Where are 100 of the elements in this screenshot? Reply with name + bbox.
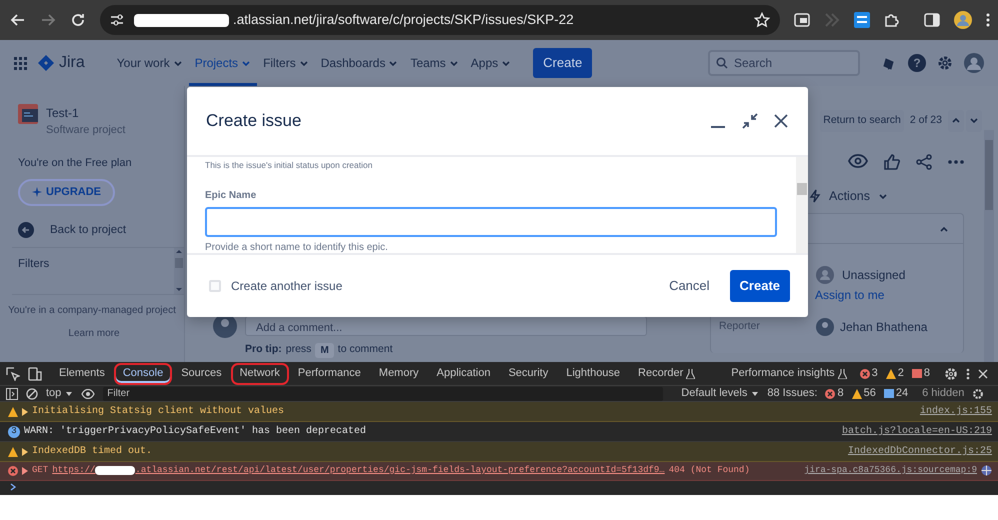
source-link[interactable]: index.js:155 <box>920 404 992 419</box>
share-icon[interactable] <box>916 154 932 170</box>
app-grid-icon[interactable] <box>14 56 27 70</box>
checkbox-label[interactable]: Create another issue <box>231 277 342 295</box>
close-icon[interactable] <box>774 114 788 128</box>
person-icon <box>816 266 834 284</box>
search-field[interactable]: Search <box>708 50 860 76</box>
source-link[interactable]: IndexedDbConnector.js:25 <box>848 444 992 459</box>
eye-icon[interactable] <box>848 154 868 168</box>
expand-caret-icon[interactable] <box>22 466 28 475</box>
epic-name-field[interactable] <box>205 206 777 237</box>
issue-position: 2 of 23 <box>908 113 943 128</box>
tip-text: to comment <box>338 342 393 358</box>
source-link[interactable]: batch.js?locale=en-US:219 <box>842 424 992 439</box>
forward-icon[interactable] <box>40 12 56 28</box>
devtools-tab[interactable]: Memory <box>370 362 428 384</box>
devtools-tab[interactable]: Performance insights <box>722 362 856 384</box>
device-toolbar-icon[interactable] <box>28 366 42 380</box>
globe-icon[interactable] <box>981 465 992 476</box>
project-type: Software project <box>46 123 126 138</box>
more-icon[interactable] <box>986 13 990 27</box>
collapse-icon[interactable] <box>742 113 758 129</box>
jira-logo-icon[interactable] <box>37 54 55 72</box>
request-url-link[interactable]: https:// .atlassian.net/rest/api/latest/user/properties/gic-jsm-fields-layout-preference?accountId=5f13df9… <box>52 464 665 478</box>
warning-icon <box>886 368 896 378</box>
caret-icon <box>751 390 760 398</box>
more-icon[interactable] <box>966 368 970 380</box>
side-panel-icon[interactable] <box>924 13 940 27</box>
devtools-tab[interactable]: Lighthouse <box>557 362 630 384</box>
devtools-tab[interactable]: Recorder <box>629 362 704 384</box>
log-levels-select[interactable]: Default levels <box>681 385 760 402</box>
issue-count[interactable]: 8 <box>825 385 844 402</box>
actions-button[interactable]: Actions <box>806 184 891 208</box>
thumbs-up-icon[interactable] <box>884 154 900 170</box>
info-icon <box>884 388 894 398</box>
reporter-name: Jehan Bhathena <box>840 318 928 336</box>
devtools-tab[interactable]: Network <box>230 362 289 384</box>
profile-avatar-icon[interactable] <box>954 11 972 29</box>
error-icon <box>8 466 18 476</box>
field-label: Epic Name <box>205 188 258 203</box>
product-name: Jira <box>59 53 85 73</box>
settings-icon[interactable] <box>944 366 958 380</box>
message-count[interactable]: 3 <box>860 365 878 382</box>
error-icon <box>825 388 836 398</box>
extension-logo-icon[interactable] <box>854 12 870 28</box>
star-icon[interactable] <box>754 12 770 28</box>
nav-menu-item[interactable]: Dashboards <box>314 40 404 86</box>
redaction-block <box>95 466 136 476</box>
devtools-tab[interactable]: Elements <box>50 362 114 384</box>
checkbox[interactable] <box>209 280 221 292</box>
warning-icon <box>8 446 18 456</box>
help-button[interactable]: ? <box>908 54 926 72</box>
console-message: IndexedDB timed out. <box>32 444 152 459</box>
message-count[interactable]: 8 <box>912 365 930 382</box>
expand-caret-icon[interactable] <box>22 448 28 456</box>
issue-count[interactable]: 56 <box>852 385 876 402</box>
project-logo-icon[interactable] <box>18 104 38 124</box>
key-hint: M <box>315 342 334 358</box>
source-link[interactable]: jira-spa.c8a75366.js:sourcemap:9 <box>804 464 977 478</box>
devtools-tab[interactable]: Performance <box>288 362 370 384</box>
nav-menu-item[interactable]: Teams <box>404 40 465 86</box>
reload-icon[interactable] <box>70 12 86 28</box>
filters-heading: Filters <box>18 256 50 272</box>
more-icon[interactable] <box>948 160 964 164</box>
devtools-tab[interactable]: Security <box>499 362 558 384</box>
context-select[interactable]: top <box>46 385 74 402</box>
user-avatar[interactable] <box>964 53 984 73</box>
create-button[interactable]: Create <box>730 270 790 302</box>
tab-icon[interactable] <box>794 13 810 27</box>
inspect-icon[interactable] <box>6 366 20 380</box>
clear-console-icon[interactable] <box>26 388 38 400</box>
assignee-value: Unassigned <box>842 266 906 284</box>
sidebar-icon[interactable] <box>6 388 18 400</box>
nav-menu-item[interactable]: Apps <box>464 40 518 86</box>
page-scrollbar[interactable] <box>984 130 994 362</box>
prompt-icon[interactable] <box>10 482 16 490</box>
filter-field[interactable]: Filter <box>103 386 664 400</box>
devtools-tab[interactable]: Sources <box>172 362 231 384</box>
back-to-project-link[interactable]: Back to project <box>50 222 126 239</box>
issue-count[interactable]: 24 <box>884 385 908 402</box>
address-bar[interactable]: .atlassian.net/jira/software/c/projects/SKP/issues/SKP-22 <box>100 5 780 35</box>
reporter-label: Reporter <box>719 318 761 334</box>
cancel-button[interactable]: Cancel <box>659 270 720 302</box>
devtools-tab[interactable]: Application <box>428 362 500 384</box>
settings-icon[interactable] <box>936 54 954 72</box>
nav-menu-item[interactable]: Your work <box>110 40 189 86</box>
settings-icon[interactable] <box>972 388 984 400</box>
expand-caret-icon[interactable] <box>22 408 28 416</box>
hidden-count: 6 hidden <box>922 386 964 402</box>
puzzle-icon[interactable] <box>884 12 900 28</box>
project-name[interactable]: Test-1 <box>46 104 126 122</box>
nav-menu-item[interactable]: Filters <box>257 40 315 86</box>
error-icon <box>860 368 870 378</box>
message-count[interactable]: 2 <box>886 365 904 382</box>
site-info-icon[interactable] <box>110 14 124 26</box>
tip-text: press <box>286 342 312 358</box>
dialog-scrollbar[interactable] <box>796 157 808 253</box>
create-button[interactable]: Create <box>533 48 592 78</box>
devtools-tab[interactable]: Console <box>114 362 172 384</box>
back-icon[interactable] <box>10 12 26 28</box>
